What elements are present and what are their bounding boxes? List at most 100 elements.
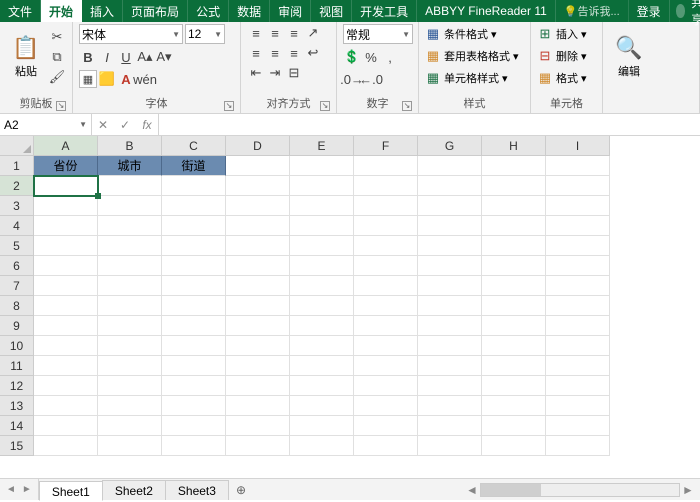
cell-G6[interactable] [418,256,482,276]
cell-C10[interactable] [162,336,226,356]
tab-page-layout[interactable]: 页面布局 [123,0,188,22]
cell-H8[interactable] [482,296,546,316]
cell-B6[interactable] [98,256,162,276]
cell-H14[interactable] [482,416,546,436]
cell-D1[interactable] [226,156,290,176]
tab-review[interactable]: 审阅 [270,0,311,22]
accounting-format-button[interactable]: 💲 [343,48,361,66]
horizontal-scrollbar[interactable] [480,483,680,497]
row-header-11[interactable]: 11 [0,356,34,376]
cell-B7[interactable] [98,276,162,296]
row-header-10[interactable]: 10 [0,336,34,356]
row-header-6[interactable]: 6 [0,256,34,276]
cell-A5[interactable] [34,236,98,256]
cell-G9[interactable] [418,316,482,336]
cell-C14[interactable] [162,416,226,436]
cell-B12[interactable] [98,376,162,396]
cell-F2[interactable] [354,176,418,196]
cell-F4[interactable] [354,216,418,236]
col-header-H[interactable]: H [482,136,546,156]
tab-formulas[interactable]: 公式 [188,0,229,22]
cell-E7[interactable] [290,276,354,296]
format-painter-button[interactable]: 🖌 [48,68,66,86]
cell-E4[interactable] [290,216,354,236]
row-header-12[interactable]: 12 [0,376,34,396]
cell-G4[interactable] [418,216,482,236]
hscroll-right[interactable]: ► [680,483,696,497]
cell-D2[interactable] [226,176,290,196]
cell-F12[interactable] [354,376,418,396]
find-select-button[interactable]: 🔍 编辑 [609,24,649,90]
cell-A10[interactable] [34,336,98,356]
cell-C5[interactable] [162,236,226,256]
comma-format-button[interactable]: , [381,48,399,66]
row-header-14[interactable]: 14 [0,416,34,436]
tab-file[interactable]: 文件 [0,0,41,22]
cell-F7[interactable] [354,276,418,296]
cell-F15[interactable] [354,436,418,456]
cell-D14[interactable] [226,416,290,436]
cell-H7[interactable] [482,276,546,296]
tab-insert[interactable]: 插入 [82,0,123,22]
delete-cells-button[interactable]: ⊟删除▾ [537,46,587,66]
cell-G8[interactable] [418,296,482,316]
cell-E8[interactable] [290,296,354,316]
cell-A7[interactable] [34,276,98,296]
font-size-select[interactable]: 12▼ [185,24,225,44]
cell-E6[interactable] [290,256,354,276]
cell-F3[interactable] [354,196,418,216]
increase-indent-button[interactable]: ⇥ [266,64,284,82]
cell-D5[interactable] [226,236,290,256]
cell-I7[interactable] [546,276,610,296]
cell-B2[interactable] [98,176,162,196]
cell-F11[interactable] [354,356,418,376]
cell-G12[interactable] [418,376,482,396]
cell-D10[interactable] [226,336,290,356]
clipboard-launcher[interactable]: ↘ [56,101,66,111]
cell-C6[interactable] [162,256,226,276]
cell-I6[interactable] [546,256,610,276]
cell-F1[interactable] [354,156,418,176]
formula-input[interactable] [159,114,700,135]
cell-D4[interactable] [226,216,290,236]
cell-A14[interactable] [34,416,98,436]
decrease-decimal-button[interactable]: ←.0 [362,70,380,88]
cell-D8[interactable] [226,296,290,316]
cell-A1[interactable]: 省份 [34,156,98,176]
cell-I3[interactable] [546,196,610,216]
cell-I9[interactable] [546,316,610,336]
cell-E13[interactable] [290,396,354,416]
cell-I2[interactable] [546,176,610,196]
cell-I12[interactable] [546,376,610,396]
cell-E2[interactable] [290,176,354,196]
cell-G5[interactable] [418,236,482,256]
font-name-select[interactable]: 宋体▼ [79,24,183,44]
cell-D6[interactable] [226,256,290,276]
hscroll-left[interactable]: ◄ [464,483,480,497]
cell-B1[interactable]: 城市 [98,156,162,176]
cell-A3[interactable] [34,196,98,216]
cell-F13[interactable] [354,396,418,416]
cell-C4[interactable] [162,216,226,236]
cell-styles-button[interactable]: ▦单元格样式▾ [425,68,519,88]
cell-A4[interactable] [34,216,98,236]
cell-B5[interactable] [98,236,162,256]
align-top-button[interactable]: ≡ [247,24,265,42]
cell-C7[interactable] [162,276,226,296]
scrollbar-thumb[interactable] [481,484,541,496]
cell-F5[interactable] [354,236,418,256]
increase-font-button[interactable]: A▴ [136,48,154,66]
align-right-button[interactable]: ≡ [285,44,303,62]
cell-H15[interactable] [482,436,546,456]
col-header-A[interactable]: A [34,136,98,156]
cell-C15[interactable] [162,436,226,456]
percent-format-button[interactable]: % [362,48,380,66]
tab-developer[interactable]: 开发工具 [352,0,417,22]
merge-cells-button[interactable]: ⊟ [285,64,303,82]
cell-A11[interactable] [34,356,98,376]
col-header-B[interactable]: B [98,136,162,156]
share-button[interactable]: 共享 [670,0,700,22]
cell-G2[interactable] [418,176,482,196]
cell-B10[interactable] [98,336,162,356]
cell-F9[interactable] [354,316,418,336]
